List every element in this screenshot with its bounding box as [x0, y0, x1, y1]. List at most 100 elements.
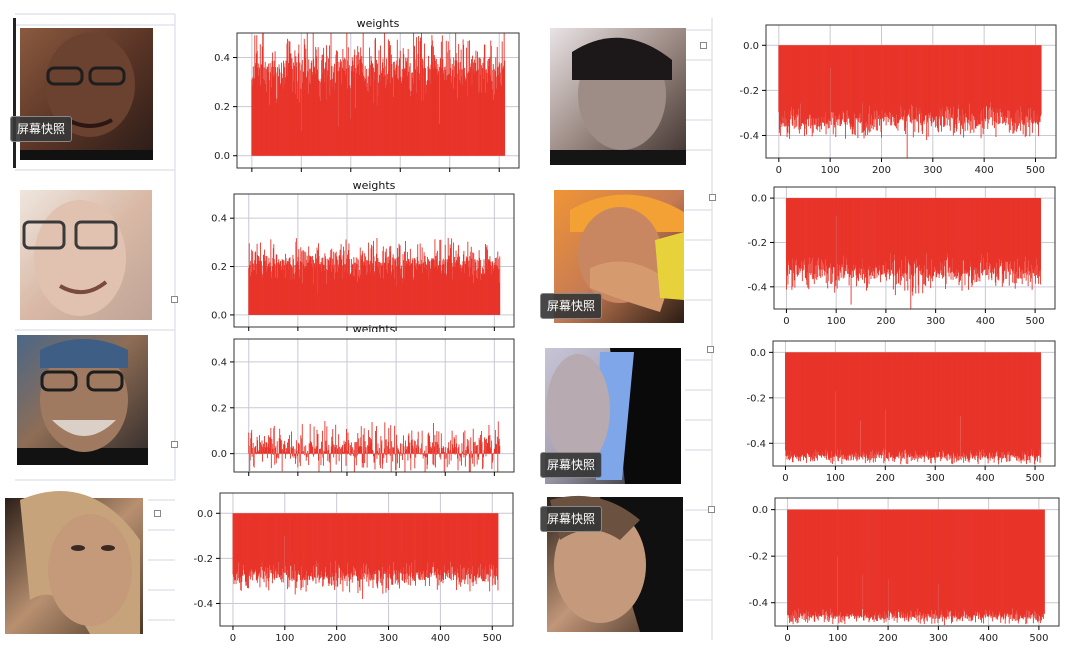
screenshot-tag[interactable]: 屏幕快照 [10, 116, 73, 142]
weight-bar [454, 453, 456, 455]
screenshot-tag[interactable]: 屏幕快照 [540, 293, 603, 319]
weight-bar [248, 445, 250, 454]
face-thumbnail-4 [5, 491, 143, 634]
weight-bar [461, 451, 463, 454]
x-tick-label: 400 [976, 473, 995, 484]
resize-handle[interactable] [708, 506, 715, 513]
weight-bar [469, 453, 471, 472]
weight-bar [391, 446, 393, 454]
y-tick-label: 0.0 [211, 449, 227, 460]
weight-bar [329, 453, 331, 472]
weight-bar [349, 445, 351, 454]
weight-bar [339, 449, 341, 454]
weight-bar [463, 453, 465, 455]
weight-bar [478, 437, 480, 454]
weight-bar [303, 446, 305, 454]
weight-bar [338, 434, 340, 454]
x-tick-label: 200 [327, 633, 346, 644]
weights-chart-negative-c: 0.0 -0.2 -0.4 0 100 200 300 400 500 [746, 340, 1056, 484]
weight-bar [308, 443, 310, 454]
weight-bar [365, 447, 367, 454]
weight-bar [465, 453, 467, 456]
y-tick-label: 0.4 [211, 357, 227, 368]
weight-bar [270, 453, 272, 469]
weight-bar [477, 444, 479, 454]
weight-bar [424, 450, 426, 454]
weight-bar [377, 453, 379, 456]
weight-bar [304, 453, 306, 455]
weight-bar [266, 453, 268, 459]
weight-bar [439, 453, 441, 458]
title-clip-band [300, 332, 420, 337]
weight-bar [454, 438, 456, 454]
weight-bar [473, 442, 475, 454]
weight-bar [366, 453, 368, 468]
weight-bar [337, 448, 339, 454]
weight-bar [448, 453, 450, 465]
resize-handle[interactable] [154, 510, 161, 517]
resize-handle[interactable] [700, 42, 707, 49]
weight-bar [440, 453, 442, 460]
weight-bar [353, 453, 355, 472]
weight-bar [434, 453, 436, 468]
x-tick-label: 100 [275, 633, 294, 644]
weight-bar [430, 446, 431, 454]
weight-bar [406, 446, 408, 454]
x-tick-label: 300 [923, 165, 942, 176]
y-tick-label: 0.2 [211, 262, 227, 273]
weight-bar [432, 453, 434, 465]
weight-bar [476, 453, 478, 465]
weight-bar [490, 440, 492, 454]
weight-bar [281, 440, 283, 454]
weight-bar [306, 453, 308, 458]
weight-bar [389, 448, 391, 454]
weight-bar [462, 453, 464, 455]
resize-handle[interactable] [171, 296, 178, 303]
weight-bar [299, 453, 301, 467]
screenshot-tag[interactable]: 屏幕快照 [540, 506, 603, 532]
weight-bar [444, 452, 446, 454]
weight-bar [499, 445, 501, 454]
weights-chart-negative-a: 0.0 -0.2 -0.4 0 100 200 300 400 500 [739, 24, 1057, 176]
weight-bar [376, 453, 378, 459]
weight-bar [371, 422, 373, 454]
screenshot-tag[interactable]: 屏幕快照 [540, 452, 603, 478]
weight-bar [392, 453, 394, 462]
weight-bar [385, 439, 387, 454]
weight-bar [313, 453, 315, 457]
weight-bar [296, 450, 298, 454]
y-tick-label: -0.2 [746, 393, 766, 404]
weights-chart-negative-d: 0.0 -0.2 -0.4 0 100 200 300 400 500 [193, 492, 514, 644]
y-tick-label: 0.0 [750, 348, 766, 359]
weight-bar [400, 443, 401, 454]
weight-bar [362, 453, 364, 463]
weight-bar [423, 453, 425, 456]
x-tick-label: 500 [1026, 165, 1045, 176]
weight-bar [418, 446, 420, 454]
weight-bar [285, 453, 287, 459]
x-tick-label: 200 [879, 633, 898, 644]
resize-handle[interactable] [707, 346, 714, 353]
y-tick-label: 0.4 [211, 214, 227, 225]
weight-bar [326, 426, 328, 454]
weight-bar [479, 453, 481, 455]
weight-bar [414, 441, 416, 454]
weight-bar [375, 430, 376, 454]
weight-bar [375, 453, 377, 455]
weight-bar [423, 453, 425, 454]
weight-bar [468, 440, 470, 454]
weight-bar [483, 453, 484, 458]
weight-bar [345, 441, 346, 454]
y-tick-label: -0.4 [739, 131, 759, 142]
weight-bar [401, 443, 403, 454]
resize-handle[interactable] [709, 194, 716, 201]
weight-bar [470, 450, 472, 454]
weight-bar [256, 453, 258, 455]
weight-bar [497, 513, 499, 591]
weight-bar [400, 453, 402, 456]
y-tick-label: -0.4 [746, 439, 766, 450]
weight-bar [346, 450, 348, 454]
weight-bar [443, 453, 445, 472]
weight-bar [464, 430, 466, 454]
resize-handle[interactable] [171, 441, 178, 448]
